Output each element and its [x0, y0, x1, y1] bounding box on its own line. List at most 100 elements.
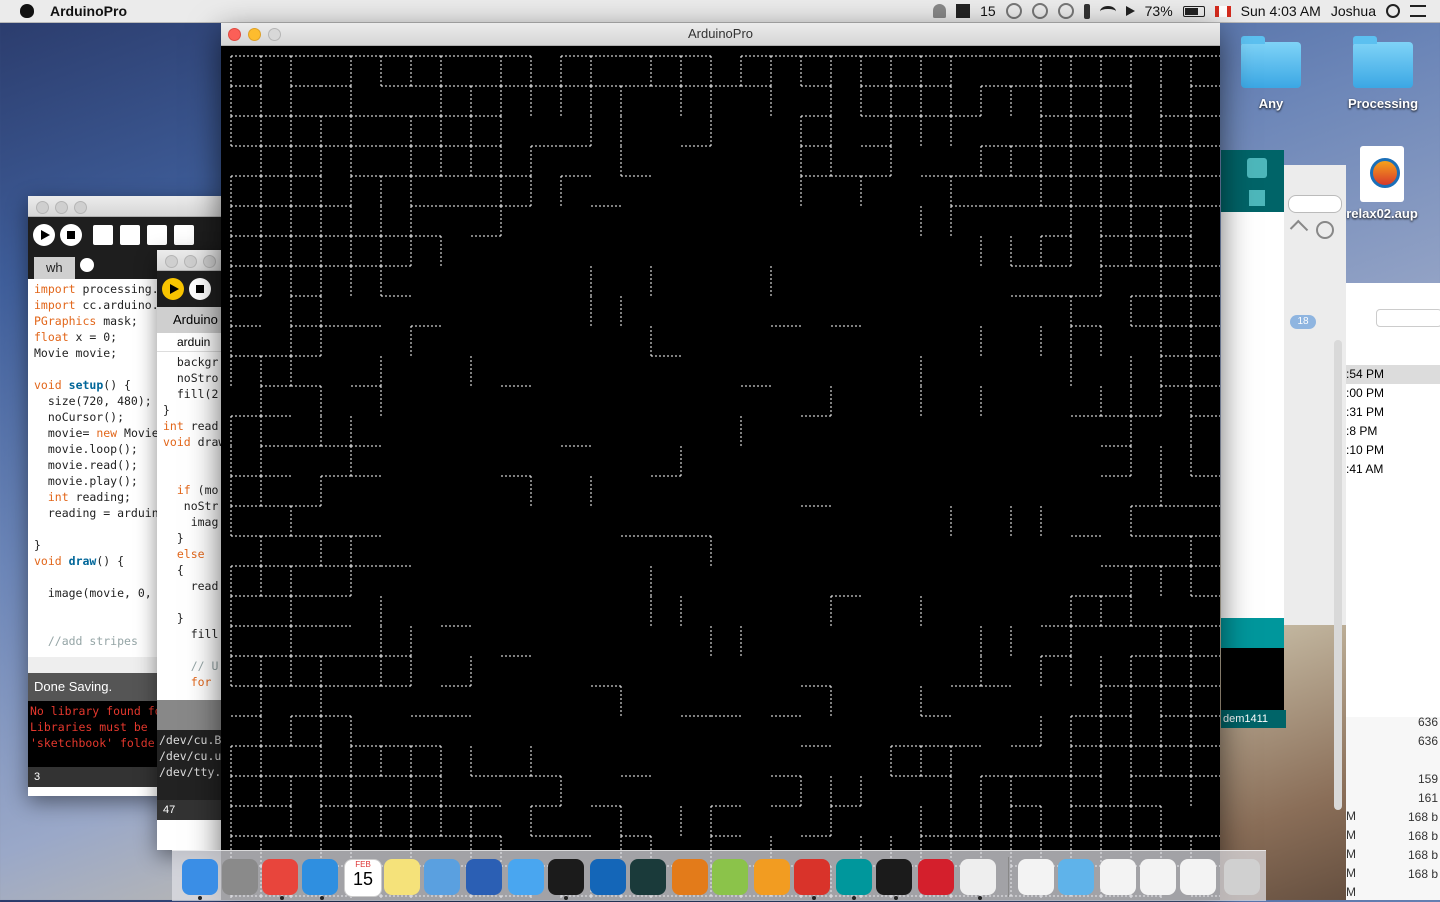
tab-sketch[interactable]: wh	[34, 257, 75, 279]
notes-icon[interactable]	[384, 859, 420, 895]
safari-icon[interactable]	[302, 859, 338, 895]
list-item[interactable]: :00 PM	[1346, 384, 1440, 403]
trash-icon[interactable]	[1224, 859, 1260, 895]
list-item[interactable]: :31 PM	[1346, 403, 1440, 422]
desktop-folder-processing[interactable]: Processing	[1340, 36, 1426, 111]
preview-icon[interactable]	[424, 859, 460, 895]
export-button[interactable]	[174, 225, 194, 245]
running-indicator	[852, 896, 856, 900]
calendar-icon[interactable]: FEB 15	[344, 859, 382, 897]
zoom-button[interactable]	[74, 201, 87, 214]
notification-center-icon[interactable]	[1410, 5, 1426, 17]
volume-icon[interactable]	[1125, 6, 1135, 16]
app-menu-name[interactable]: ArduinoPro	[50, 3, 127, 19]
file-size: 168 b	[1407, 867, 1438, 881]
java-icon[interactable]	[960, 859, 996, 895]
tab-menu-icon[interactable]	[80, 258, 94, 272]
notification-count: 15	[980, 3, 996, 19]
gear-icon[interactable]	[1316, 221, 1334, 239]
processing-icon[interactable]	[548, 859, 584, 895]
desktop-file-relax02[interactable]: relax02.aup	[1344, 146, 1420, 221]
wifi-icon[interactable]	[1099, 5, 1116, 17]
status-icon[interactable]	[1031, 3, 1048, 19]
running-indicator	[280, 896, 284, 900]
minimize-button[interactable]	[248, 28, 261, 41]
list-item[interactable]: :10 PM	[1346, 441, 1440, 460]
battery-icon[interactable]	[1182, 5, 1205, 17]
desktop-icon-label: Processing	[1347, 96, 1419, 111]
file-size-unit: M	[1346, 809, 1356, 823]
list-item[interactable]: :41 AM	[1346, 460, 1440, 479]
minimize-button[interactable]	[184, 255, 197, 268]
documents-icon[interactable]	[1018, 859, 1054, 895]
arduino-ide-window-partial: dem1411	[1221, 150, 1286, 728]
finder-list-view: :54 PM :00 PM :31 PM :8 PM :10 PM :41 AM	[1346, 283, 1440, 717]
file-size-unit: M	[1346, 847, 1356, 861]
folder-icon	[1241, 36, 1301, 88]
save-sketch-button[interactable]	[147, 225, 167, 245]
new-sketch-button[interactable]	[93, 225, 113, 245]
audacity-icon[interactable]	[672, 859, 708, 895]
acrobat-icon[interactable]	[794, 859, 830, 895]
file-size: 168 b	[1407, 848, 1438, 862]
tab-menu-icon[interactable]	[1249, 190, 1265, 206]
bluetooth-icon[interactable]	[1083, 3, 1090, 19]
ibooks-icon[interactable]	[754, 859, 790, 895]
finder-search-field[interactable]	[1288, 195, 1342, 213]
adobe-icon[interactable]	[956, 4, 971, 18]
list-item[interactable]: :54 PM	[1346, 365, 1440, 384]
apple-menu-icon[interactable]	[20, 4, 34, 18]
serial-port-label: dem1411	[1221, 710, 1286, 728]
chevron-up-icon[interactable]	[1289, 219, 1309, 239]
user-name[interactable]: Joshua	[1331, 3, 1376, 19]
arduino-toolbar	[1221, 150, 1284, 212]
file3-icon[interactable]	[1180, 859, 1216, 895]
time-machine-icon[interactable]	[1057, 3, 1074, 19]
close-button[interactable]	[36, 201, 49, 214]
file2-icon[interactable]	[1140, 859, 1176, 895]
word-icon[interactable]	[466, 859, 502, 895]
open-sketch-button[interactable]	[120, 225, 140, 245]
file1-icon[interactable]	[1100, 859, 1136, 895]
file-size: 636	[1417, 734, 1438, 748]
run-button[interactable]	[33, 224, 55, 246]
stop-button[interactable]	[189, 278, 211, 300]
desktop-folder-any[interactable]: Any	[1236, 36, 1306, 111]
zoom-button[interactable]	[203, 255, 216, 268]
close-button[interactable]	[228, 28, 241, 41]
input-source-flag-icon[interactable]	[1214, 5, 1231, 17]
finder-scrollbar[interactable]	[1334, 340, 1342, 810]
file-size-unit: M	[1346, 885, 1356, 899]
flipboard-icon[interactable]	[918, 859, 954, 895]
notification-bell-icon[interactable]	[933, 4, 947, 18]
system-preferences-icon[interactable]	[222, 859, 258, 895]
processing2-icon[interactable]	[876, 859, 912, 895]
audition-icon[interactable]	[630, 859, 666, 895]
finder-icon[interactable]	[182, 859, 218, 895]
desktop-icon-label: Any	[1258, 96, 1284, 111]
arduino-icon[interactable]	[836, 859, 872, 895]
file-size-unit: M	[1346, 828, 1356, 842]
downloads-icon[interactable]	[1058, 859, 1094, 895]
zoom-button[interactable]	[268, 28, 281, 41]
quicktime-icon[interactable]	[590, 859, 626, 895]
arduino-status-bar	[1221, 618, 1284, 648]
minimize-button[interactable]	[55, 201, 68, 214]
finder-search-box[interactable]	[1376, 309, 1440, 327]
serial-monitor-icon[interactable]	[1247, 158, 1267, 178]
file-size-unit: M	[1346, 866, 1356, 880]
android-icon[interactable]	[712, 859, 748, 895]
run-button[interactable]	[162, 278, 184, 300]
stop-button[interactable]	[60, 224, 82, 246]
sync-icon[interactable]	[1005, 3, 1022, 19]
list-item[interactable]: :8 PM	[1346, 422, 1440, 441]
messages-icon[interactable]	[508, 859, 544, 895]
close-button[interactable]	[165, 255, 178, 268]
menu-clock[interactable]: Sun 4:03 AM	[1241, 3, 1321, 19]
spotlight-search-icon[interactable]	[1386, 4, 1400, 18]
sketch-canvas[interactable]	[221, 46, 1220, 900]
processing-toolbar	[28, 217, 228, 253]
battery-percent: 73%	[1144, 3, 1173, 19]
chrome-icon[interactable]	[262, 859, 298, 895]
running-indicator	[894, 896, 898, 900]
